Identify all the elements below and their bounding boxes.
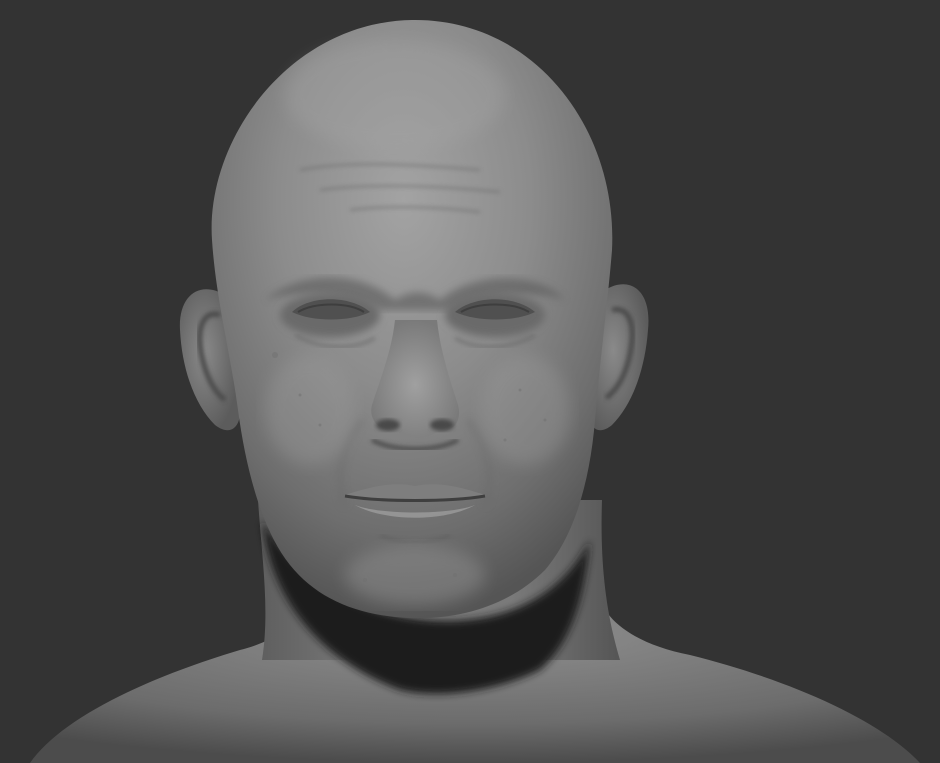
left-cheek-highlight xyxy=(265,355,355,465)
chin-highlight xyxy=(345,545,485,605)
right-cheek-highlight xyxy=(480,355,570,465)
left-eye xyxy=(280,293,380,337)
right-eye xyxy=(445,293,545,337)
sculpt-render xyxy=(0,0,940,763)
cranium-highlight xyxy=(285,40,505,150)
